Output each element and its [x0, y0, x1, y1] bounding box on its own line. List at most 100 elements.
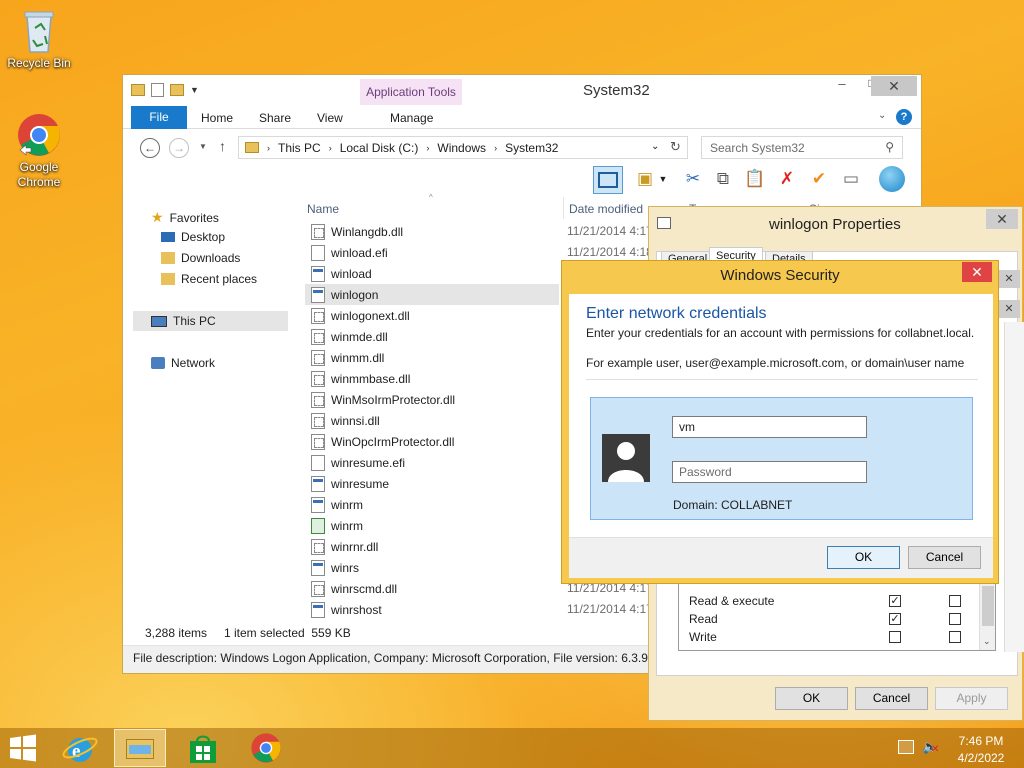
folder-dropdown-icon[interactable]: ▼ — [657, 167, 669, 191]
refresh-icon[interactable]: ↻ — [670, 139, 681, 155]
tab-home[interactable]: Home — [201, 111, 233, 125]
search-box[interactable]: Search System32 ⚲ — [701, 136, 903, 159]
file-row[interactable]: winmmbase.dll — [305, 368, 555, 389]
file-row[interactable]: winrs — [305, 557, 555, 578]
folder-icon[interactable] — [131, 84, 145, 96]
store-icon — [190, 735, 216, 763]
file-row[interactable]: Winlangdb.dll — [305, 221, 555, 242]
domain-label: Domain: COLLABNET — [673, 498, 793, 512]
open-folder-icon[interactable]: ▣ — [633, 167, 657, 191]
preview-pane-icon[interactable] — [593, 166, 623, 194]
breadcrumb-system32[interactable]: System32 — [505, 141, 558, 155]
column-header-date[interactable]: Date modified — [569, 202, 643, 216]
minimize-button[interactable]: – — [827, 76, 857, 96]
globe-icon[interactable] — [879, 166, 905, 192]
explorer-titlebar[interactable] — [123, 75, 921, 105]
recent-locations-icon[interactable]: ▼ — [199, 142, 207, 151]
column-header-name[interactable]: Name — [307, 202, 339, 216]
breadcrumb-this-pc[interactable]: This PC — [278, 141, 321, 155]
tab-share[interactable]: Share — [259, 111, 291, 125]
sub-dialog-close-button-2[interactable]: ✕ — [998, 300, 1020, 318]
file-row[interactable]: winload — [305, 263, 555, 284]
file-row[interactable]: winresume.efi — [305, 452, 555, 473]
cut-icon[interactable]: ✂ — [681, 167, 705, 191]
properties-apply-button[interactable]: Apply — [935, 687, 1008, 710]
file-row[interactable]: WinOpcIrmProtector.dll — [305, 431, 555, 452]
file-row[interactable]: winlogonext.dll — [305, 305, 555, 326]
file-row[interactable]: winnsi.dll — [305, 410, 555, 431]
explorer-close-button[interactable]: ✕ — [871, 76, 917, 96]
nav-network[interactable]: Network — [151, 356, 215, 370]
delete-icon[interactable]: ✗ — [775, 167, 799, 191]
paste-icon[interactable]: 📋 — [743, 167, 767, 191]
breadcrumb-local-disk[interactable]: Local Disk (C:) — [340, 141, 419, 155]
column-divider[interactable] — [563, 197, 564, 219]
up-button[interactable]: ↑ — [219, 138, 226, 154]
permissions-scrollbar[interactable]: ⌄ — [979, 580, 995, 650]
forward-button[interactable]: → — [169, 138, 189, 158]
security-cancel-button[interactable]: Cancel — [908, 546, 981, 569]
properties-cancel-button[interactable]: Cancel — [855, 687, 928, 710]
customize-toolbar-icon[interactable]: ▼ — [190, 85, 199, 95]
start-button[interactable] — [8, 734, 40, 764]
file-row[interactable]: winlogon — [305, 284, 559, 305]
exe-icon — [311, 559, 325, 576]
file-row[interactable]: winrshost — [305, 599, 555, 620]
scroll-thumb[interactable] — [982, 586, 994, 626]
copy-icon[interactable]: ⧉ — [711, 167, 735, 191]
security-ok-button[interactable]: OK — [827, 546, 900, 569]
nav-desktop[interactable]: Desktop — [161, 230, 225, 244]
file-row[interactable]: WinMsoIrmProtector.dll — [305, 389, 555, 410]
file-row[interactable]: winrscmd.dll — [305, 578, 555, 599]
taskbar-internet-explorer[interactable]: e — [60, 732, 104, 766]
back-button[interactable]: ← — [140, 138, 160, 158]
quick-access-toolbar: ▼ — [131, 83, 199, 97]
deny-checkbox[interactable] — [949, 595, 961, 607]
tab-manage[interactable]: Manage — [390, 111, 433, 125]
taskbar-file-explorer[interactable] — [114, 729, 166, 767]
security-close-button[interactable]: ✕ — [962, 262, 992, 282]
allow-checkbox[interactable]: ✓ — [889, 595, 901, 607]
google-chrome-desktop-icon[interactable]: Google Chrome — [4, 112, 74, 190]
username-field[interactable]: vm — [672, 416, 867, 438]
file-row[interactable]: winmm.dll — [305, 347, 555, 368]
allow-checkbox[interactable] — [889, 631, 901, 643]
properties-ok-button[interactable]: OK — [775, 687, 848, 710]
nav-downloads[interactable]: Downloads — [161, 251, 240, 265]
scroll-down-icon[interactable]: ⌄ — [983, 636, 991, 647]
nav-this-pc[interactable]: This PC — [133, 311, 288, 331]
checkmark-icon[interactable]: ✔ — [807, 167, 831, 191]
clock-date[interactable]: 4/2/2022 — [956, 751, 1006, 765]
help-icon[interactable]: ? — [896, 109, 912, 125]
nav-recent-places[interactable]: Recent places — [161, 272, 257, 286]
address-dropdown-icon[interactable]: ⌄ — [651, 141, 659, 152]
file-row[interactable]: winmde.dll — [305, 326, 555, 347]
volume-muted-icon[interactable]: 🔈 ✕ — [922, 739, 939, 755]
deny-checkbox[interactable] — [949, 631, 961, 643]
new-folder-icon[interactable] — [170, 84, 184, 96]
file-row[interactable]: winresume — [305, 473, 555, 494]
allow-checkbox[interactable]: ✓ — [889, 613, 901, 625]
properties-icon[interactable] — [151, 83, 164, 97]
password-field[interactable]: Password — [672, 461, 867, 483]
tab-file[interactable]: File — [131, 106, 187, 129]
nav-favorites[interactable]: ★ Favorites — [151, 209, 219, 226]
deny-checkbox[interactable] — [949, 613, 961, 625]
sub-dialog-close-button[interactable]: ✕ — [998, 270, 1020, 288]
rename-icon[interactable]: ▭ — [839, 167, 863, 191]
file-row[interactable]: winrm — [305, 494, 555, 515]
tab-view[interactable]: View — [317, 111, 343, 125]
file-row[interactable]: winrnr.dll — [305, 536, 555, 557]
search-input[interactable]: Search System32 — [710, 141, 805, 155]
file-row[interactable]: winrm — [305, 515, 555, 536]
taskbar-store[interactable] — [186, 733, 222, 765]
properties-close-button[interactable]: ✕ — [986, 209, 1018, 229]
expand-ribbon-icon[interactable]: ⌄ — [878, 110, 886, 121]
file-row[interactable]: winload.efi — [305, 242, 555, 263]
address-bar[interactable]: › This PC › Local Disk (C:) › Windows › … — [238, 136, 688, 159]
taskbar-chrome[interactable] — [250, 732, 284, 766]
network-tray-icon[interactable] — [898, 740, 914, 754]
clock-time[interactable]: 7:46 PM — [958, 734, 1004, 748]
recycle-bin-desktop-icon[interactable]: Recycle Bin — [4, 6, 74, 71]
breadcrumb-windows[interactable]: Windows — [437, 141, 486, 155]
